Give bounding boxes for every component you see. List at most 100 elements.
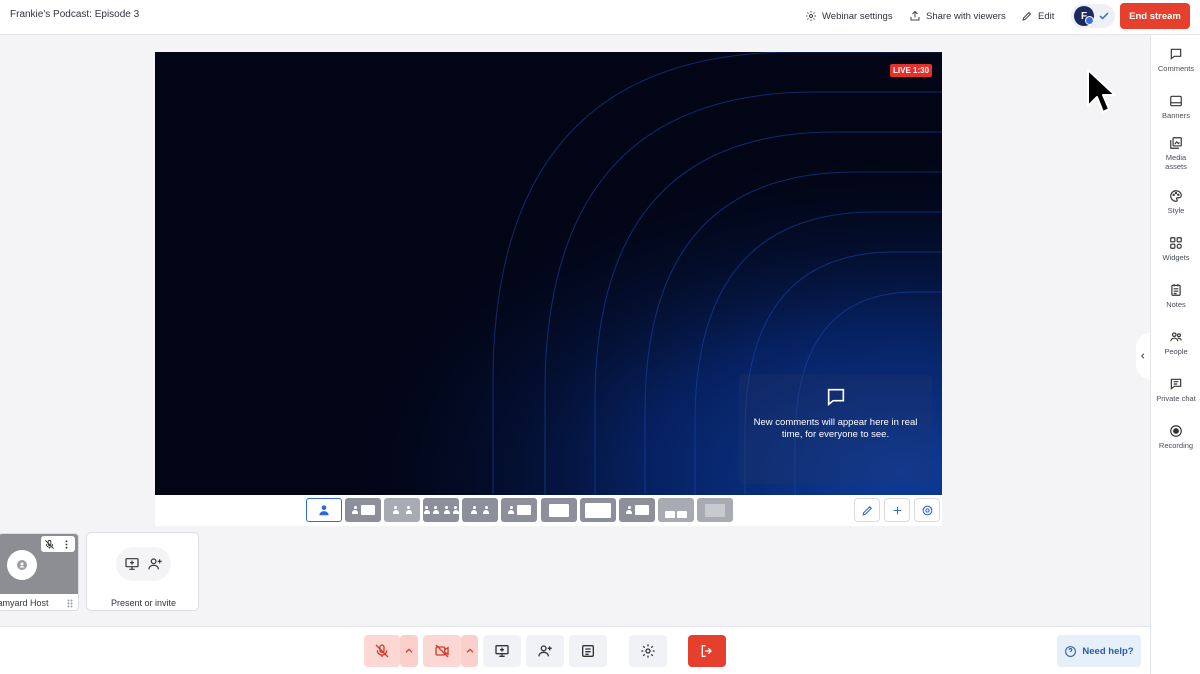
sidebar-item-people[interactable]: People [1151,330,1200,356]
sidebar-item-label: Banners [1162,111,1190,120]
banner-icon [1170,95,1182,107]
sidebar-item-media-assets[interactable]: Media assets [1151,136,1200,171]
people-icon [1170,332,1182,342]
bottom-control-bar: Need help? [0,626,1150,674]
sidebar-item-label: Style [1167,206,1185,215]
edit-layout-button[interactable] [854,498,880,522]
mouse-cursor-icon [1087,69,1116,113]
page-title: Frankie's Podcast: Episode 3 [10,9,140,20]
gear-icon [806,11,816,21]
microphone-options-button[interactable] [400,635,418,667]
more-options-icon[interactable] [61,539,72,550]
layout-cinema-button[interactable] [658,498,694,522]
notes-icon [582,645,594,657]
edit-button[interactable]: Edit [1021,9,1054,23]
add-layout-button[interactable] [884,498,910,522]
sidebar-item-notes[interactable]: Notes [1151,283,1200,309]
pencil-icon [1022,11,1032,21]
pencil-icon [861,505,872,516]
sidebar-item-label: Recording [1158,441,1194,450]
stream-stage: LIVE 1:30 New comments will appear here … [155,52,942,495]
right-sidebar: Comments Banners Media assets Style Widg… [1150,35,1200,674]
help-icon [1065,645,1077,657]
plus-icon [893,506,901,514]
media-assets-icon [1170,137,1182,149]
record-icon [1170,425,1182,437]
participant-controls [41,536,75,552]
settings-button[interactable] [629,635,667,667]
share-screen-button[interactable] [483,635,521,667]
comments-overlay-message: New comments will appear here in real ti… [753,417,918,440]
sidebar-item-banners[interactable]: Banners [1151,94,1200,120]
end-stream-button[interactable]: End stream [1120,3,1190,29]
sidebar-item-comments[interactable]: Comments [1151,47,1200,73]
edit-label: Edit [1038,10,1055,22]
chevron-up-icon [405,648,413,653]
invite-guest-button[interactable] [526,635,564,667]
sidebar-item-recording[interactable]: Recording [1151,424,1200,450]
comment-icon [827,388,844,407]
layout-sidebar-screen-button[interactable] [501,498,537,522]
mute-microphone-button[interactable] [364,635,400,667]
participant-video [0,534,78,594]
sidebar-item-style[interactable]: Style [1151,189,1200,215]
camera-off-icon [435,644,449,658]
person-icon [17,560,27,570]
layout-settings-button[interactable] [914,498,940,522]
layout-solo-button[interactable] [306,498,342,522]
webinar-settings-label: Webinar settings [822,10,893,22]
participant-tile[interactable]: Streamyard Host [0,533,79,611]
sidebar-item-label: Media assets [1165,153,1187,171]
need-help-button[interactable]: Need help? [1057,635,1141,667]
participant-name: Streamyard Host [0,598,49,608]
avatar [7,550,37,580]
layout-background-button[interactable] [697,498,733,522]
top-bar: Frankie's Podcast: Episode 3 Webinar set… [0,0,1200,35]
camera-options-button[interactable] [461,635,478,667]
sidebar-item-label: Private chat [1156,394,1196,403]
sidebar-item-private-chat[interactable]: Private chat [1151,377,1200,403]
present-invite-icons [116,547,171,581]
notes-icon [1171,284,1181,296]
chevron-up-icon [466,648,473,653]
layout-screen-pip-button[interactable] [541,498,577,522]
toggle-camera-button[interactable] [423,635,461,667]
sidebar-item-widgets[interactable]: Widgets [1151,236,1200,262]
webinar-settings-button[interactable]: Webinar settings [805,9,893,23]
add-person-icon [538,645,552,657]
share-icon [910,10,920,21]
notes-button[interactable] [569,635,607,667]
sidebar-item-label: Comments [1157,64,1195,73]
present-or-invite-card[interactable]: Present or invite [86,532,199,611]
account-switcher[interactable]: F [1071,4,1115,28]
live-badge: LIVE 1:30 [890,64,933,77]
need-help-label: Need help? [1082,645,1134,657]
present-screen-icon [125,558,139,570]
leave-studio-button[interactable] [688,635,726,667]
comments-overlay: New comments will appear here in real ti… [739,374,932,484]
present-screen-icon [495,645,509,657]
collapse-sidebar-button[interactable] [1136,333,1150,379]
exit-icon [701,645,712,657]
layout-group-button[interactable] [462,498,498,522]
comment-icon [1170,48,1182,60]
mic-off-icon [375,644,389,658]
widgets-icon [1170,237,1182,249]
drag-handle-icon[interactable] [67,599,73,608]
avatar-badge [1085,16,1094,25]
layout-fullscreen-button[interactable] [580,498,616,522]
share-with-viewers-button[interactable]: Share with viewers [909,9,1006,23]
sidebar-item-label: Widgets [1162,253,1190,262]
palette-icon [1170,190,1182,202]
share-with-viewers-label: Share with viewers [926,10,1006,22]
layout-person-screen-button[interactable] [345,498,381,522]
layout-grid-button[interactable] [423,498,459,522]
mic-off-icon[interactable] [44,539,55,550]
layout-stacked-screen-button[interactable] [619,498,655,522]
layout-side-by-side-button[interactable] [384,498,420,522]
present-or-invite-label: Present or invite [110,598,177,608]
layout-selector [155,495,942,526]
sidebar-item-label: People [1164,347,1188,356]
private-chat-icon [1170,378,1182,390]
sidebar-item-label: Notes [1166,300,1186,309]
